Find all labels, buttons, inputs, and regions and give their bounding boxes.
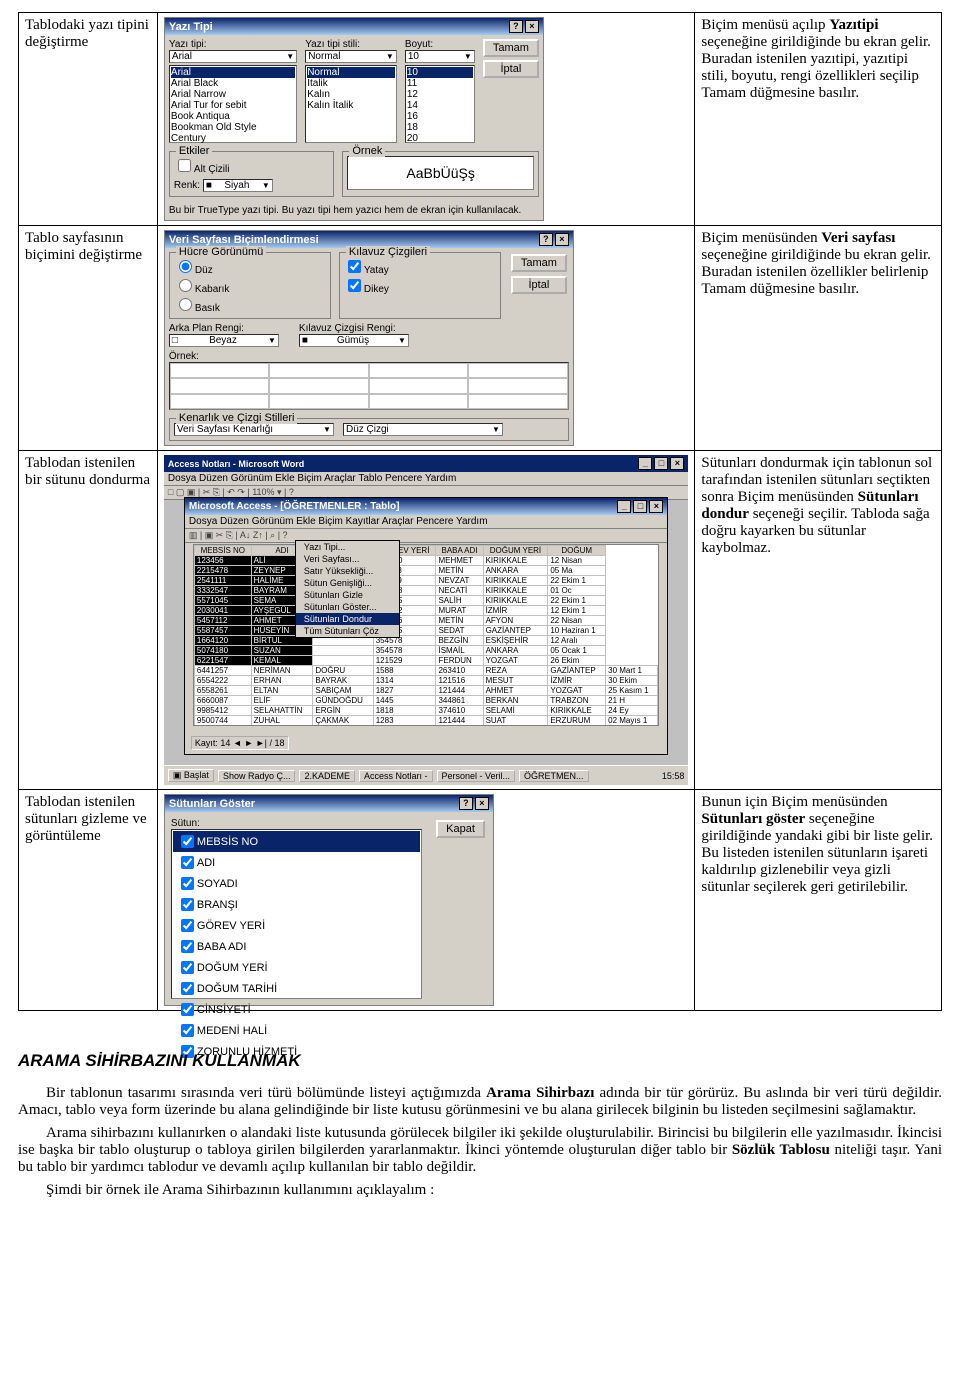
- row4-left: Tablodan istenilen sütunları gizleme ve …: [19, 790, 158, 1011]
- column-check-item[interactable]: MEDENİ HALİ: [173, 1020, 420, 1041]
- column-check-item[interactable]: SOYADI: [173, 873, 420, 894]
- sample-group: Örnek: [349, 145, 385, 157]
- close-icon[interactable]: ×: [525, 20, 539, 33]
- border-combo-1[interactable]: Veri Sayfası Kenarlığı▼: [174, 423, 334, 436]
- row1-left: Tablodaki yazı tipini değiştirme: [19, 13, 158, 226]
- access-menu[interactable]: Dosya Düzen Görünüm Ekle Biçim Kayıtlar …: [185, 515, 668, 529]
- raised-radio[interactable]: [179, 279, 192, 292]
- vertical-checkbox[interactable]: [348, 279, 361, 292]
- ok-button[interactable]: Tamam: [511, 254, 567, 272]
- cell-appearance-group: Hücre Görünümü: [176, 246, 266, 258]
- word-title: Access Notları - Microsoft Word: [168, 459, 304, 469]
- font-label: Yazı tipi:: [169, 39, 297, 50]
- size-combo[interactable]: 10▼: [405, 50, 475, 63]
- section-heading: ARAMA SİHİRBAZINI KULLANMAK: [18, 1051, 942, 1071]
- access-title: Microsoft Access - [ÖĞRETMENLER : Tablo]: [189, 501, 400, 512]
- font-combo[interactable]: Arial▼: [169, 50, 297, 63]
- taskbar-item[interactable]: Access Notları -: [359, 770, 433, 782]
- paragraph-2: Arama sihirbazını kullanırken o alandaki…: [18, 1125, 942, 1176]
- paragraph-3: Şimdi bir örnek ile Arama Sihirbazının k…: [18, 1182, 942, 1199]
- taskbar[interactable]: ▣ Başlat Show Radyo Ç... 2.KADEME Access…: [164, 765, 689, 785]
- min-icon[interactable]: _: [617, 500, 631, 513]
- taskbar-item[interactable]: Show Radyo Ç...: [218, 770, 296, 782]
- cancel-button[interactable]: İptal: [511, 276, 567, 294]
- underline-checkbox[interactable]: [178, 159, 191, 172]
- taskbar-item[interactable]: ÖĞRETMEN...: [519, 770, 589, 782]
- help-icon[interactable]: ?: [509, 20, 523, 33]
- row2-right: Biçim menüsünden Veri sayfası seçeneğine…: [695, 226, 942, 451]
- max-icon[interactable]: □: [654, 457, 668, 470]
- column-check-item[interactable]: BABA ADI: [173, 936, 420, 957]
- font-dialog-title: Yazı Tipi: [169, 21, 213, 33]
- style-combo[interactable]: Normal▼: [305, 50, 397, 63]
- datasheet-dialog: Veri Sayfası Biçimlendirmesi ? × Hücre G…: [164, 230, 574, 446]
- close-icon[interactable]: ×: [670, 457, 684, 470]
- font-list[interactable]: Arial Arial Black Arial Narrow Arial Tur…: [169, 65, 297, 143]
- datasheet-dialog-title: Veri Sayfası Biçimlendirmesi: [169, 234, 319, 246]
- access-toolbar[interactable]: ▥ | ▣ ✂ ⎘ | A↓ Z↑ | ⌕ | ?: [185, 529, 668, 543]
- grid-color-combo[interactable]: ■ Gümüş▼: [299, 334, 409, 347]
- close-icon[interactable]: ×: [649, 500, 663, 513]
- close-icon[interactable]: ×: [475, 797, 489, 810]
- start-button[interactable]: ▣ Başlat: [168, 769, 214, 782]
- cancel-button[interactable]: İptal: [483, 60, 539, 78]
- freeze-screenshot: Access Notları - Microsoft Word _□× Dosy…: [164, 455, 689, 785]
- column-label: Sütun:: [171, 818, 422, 829]
- sunken-radio[interactable]: [179, 298, 192, 311]
- help-icon[interactable]: ?: [539, 233, 553, 246]
- flat-radio[interactable]: [179, 260, 192, 273]
- ok-button[interactable]: Tamam: [483, 39, 539, 57]
- show-columns-dialog: Sütunları Göster ? × Sütun: MEBSİS NOADI…: [164, 794, 494, 1006]
- font-note: Bu bir TrueType yazı tipi. Bu yazı tipi …: [165, 201, 543, 220]
- taskbar-item[interactable]: Personel - Veril...: [437, 770, 516, 782]
- style-label: Yazı tipi stili:: [305, 39, 397, 50]
- sample-preview: AaBbÜüŞş: [347, 156, 534, 190]
- format-dropdown[interactable]: Yazı Tipi... Veri Sayfası... Satır Yükse…: [295, 540, 400, 638]
- datasheet-sample: [169, 362, 569, 410]
- columns-list[interactable]: MEBSİS NOADISOYADIBRANŞIGÖREV YERİBABA A…: [171, 829, 422, 999]
- column-check-item[interactable]: CİNSİYETİ: [173, 999, 420, 1020]
- access-window: Microsoft Access - [ÖĞRETMENLER : Tablo]…: [184, 497, 669, 755]
- column-check-item[interactable]: DOĞUM YERİ: [173, 957, 420, 978]
- style-list[interactable]: Normal İtalik Kalın Kalın İtalik: [305, 65, 397, 143]
- word-menu[interactable]: Dosya Düzen Görünüm Ekle Biçim Araçlar T…: [164, 472, 689, 486]
- taskbar-item[interactable]: 2.KADEME: [299, 770, 355, 782]
- row3-left: Tablodan istenilen bir sütunu dondurma: [19, 451, 158, 790]
- close-icon[interactable]: ×: [555, 233, 569, 246]
- color-combo[interactable]: ■ Siyah▼: [203, 179, 273, 192]
- column-check-item[interactable]: MEBSİS NO: [173, 831, 420, 852]
- bg-color-combo[interactable]: □ Beyaz▼: [169, 334, 279, 347]
- close-button[interactable]: Kapat: [436, 820, 485, 838]
- size-list[interactable]: 10 11 12 14 16 18 20: [405, 65, 475, 143]
- record-nav[interactable]: Kayıt: 14 ◄ ► ►| / 18: [191, 736, 289, 750]
- help-icon[interactable]: ?: [459, 797, 473, 810]
- column-check-item[interactable]: ADI: [173, 852, 420, 873]
- column-check-item[interactable]: GÖREV YERİ: [173, 915, 420, 936]
- access-grid[interactable]: MEBSİS NOADISOYADIGÖREV YERİBABA ADIDOĞU…: [193, 544, 660, 726]
- paragraph-1: Bir tablonun tasarımı sırasında veri tür…: [18, 1085, 942, 1119]
- clock: 15:58: [662, 771, 685, 781]
- border-style-group: Kenarlık ve Çizgi Stilleri: [176, 412, 298, 424]
- row4-right: Bunun için Biçim menüsünden Sütunları gö…: [695, 790, 942, 1011]
- min-icon[interactable]: _: [638, 457, 652, 470]
- size-label: Boyut:: [405, 39, 475, 50]
- show-columns-title: Sütunları Göster: [169, 798, 255, 810]
- column-check-item[interactable]: DOĞUM TARİHİ: [173, 978, 420, 999]
- font-dialog: Yazı Tipi ? × Yazı tipi: Arial▼ Arial Ar…: [164, 17, 544, 221]
- row1-right: Biçim menüsü açılıp Yazıtipi seçeneğine …: [695, 13, 942, 226]
- max-icon[interactable]: □: [633, 500, 647, 513]
- row3-right: Sütunları dondurmak için tablonun sol ta…: [695, 451, 942, 790]
- border-combo-2[interactable]: Düz Çizgi▼: [343, 423, 503, 436]
- row2-left: Tablo sayfasının biçimini değiştirme: [19, 226, 158, 451]
- gridlines-group: Kılavuz Çizgileri: [346, 246, 430, 258]
- horizontal-checkbox[interactable]: [348, 260, 361, 273]
- column-check-item[interactable]: BRANŞI: [173, 894, 420, 915]
- effects-group: Etkiler: [176, 145, 213, 157]
- freeze-columns-menuitem[interactable]: Sütunları Dondur: [296, 613, 399, 625]
